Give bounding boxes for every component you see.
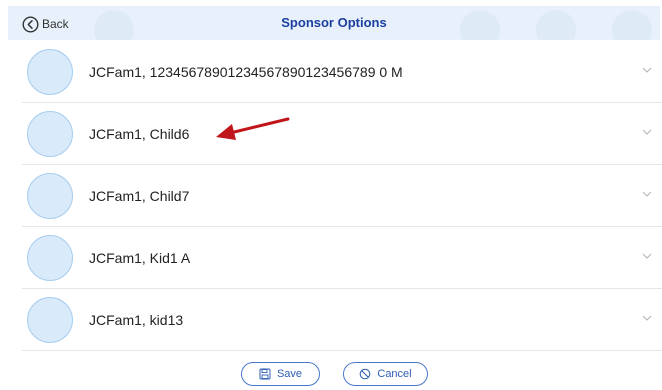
save-label: Save (276, 368, 303, 380)
avatar (27, 234, 73, 281)
avatar (27, 110, 73, 157)
header-bar: Back Sponsor Options (8, 6, 660, 40)
sponsor-name: JCFam1, kid13 (89, 311, 184, 328)
page-title: Sponsor Options (281, 15, 387, 30)
sponsor-name: JCFam1, Kid1 A (89, 249, 191, 266)
chevron-down-icon (642, 315, 652, 321)
cancel-label: Cancel (377, 368, 412, 380)
annotation-arrow-icon (216, 117, 290, 140)
avatar (27, 172, 73, 219)
sponsor-name: JCFam1, 12345678901234567890123456789 0 … (89, 63, 403, 80)
chevron-down-icon (642, 129, 652, 135)
sponsor-list: JCFam1, 12345678901234567890123456789 0 … (22, 41, 662, 351)
sponsor-row[interactable]: JCFam1, Child6 (22, 103, 662, 165)
footer-actions: Save Cancel (0, 360, 662, 388)
sponsor-options-screen: Back Sponsor Options JCFam1, 12345678901… (0, 0, 662, 390)
chevron-down-icon (642, 67, 652, 73)
sponsor-row[interactable]: JCFam1, Child7 (22, 165, 662, 227)
sponsor-name: JCFam1, Child7 (89, 187, 190, 204)
avatar (27, 296, 73, 343)
chevron-down-icon (642, 253, 652, 259)
avatar (27, 48, 73, 95)
save-button[interactable]: Save (241, 362, 320, 386)
floppy-disk-icon (259, 368, 271, 380)
sponsor-name: JCFam1, Child6 (89, 125, 190, 142)
sponsor-row[interactable]: JCFam1, Kid1 A (22, 227, 662, 289)
prohibited-icon (360, 368, 371, 380)
cancel-button[interactable]: Cancel (343, 362, 428, 386)
sponsor-row[interactable]: JCFam1, kid13 (22, 289, 662, 351)
sponsor-row[interactable]: JCFam1, 12345678901234567890123456789 0 … (22, 41, 662, 103)
chevron-down-icon (642, 191, 652, 197)
